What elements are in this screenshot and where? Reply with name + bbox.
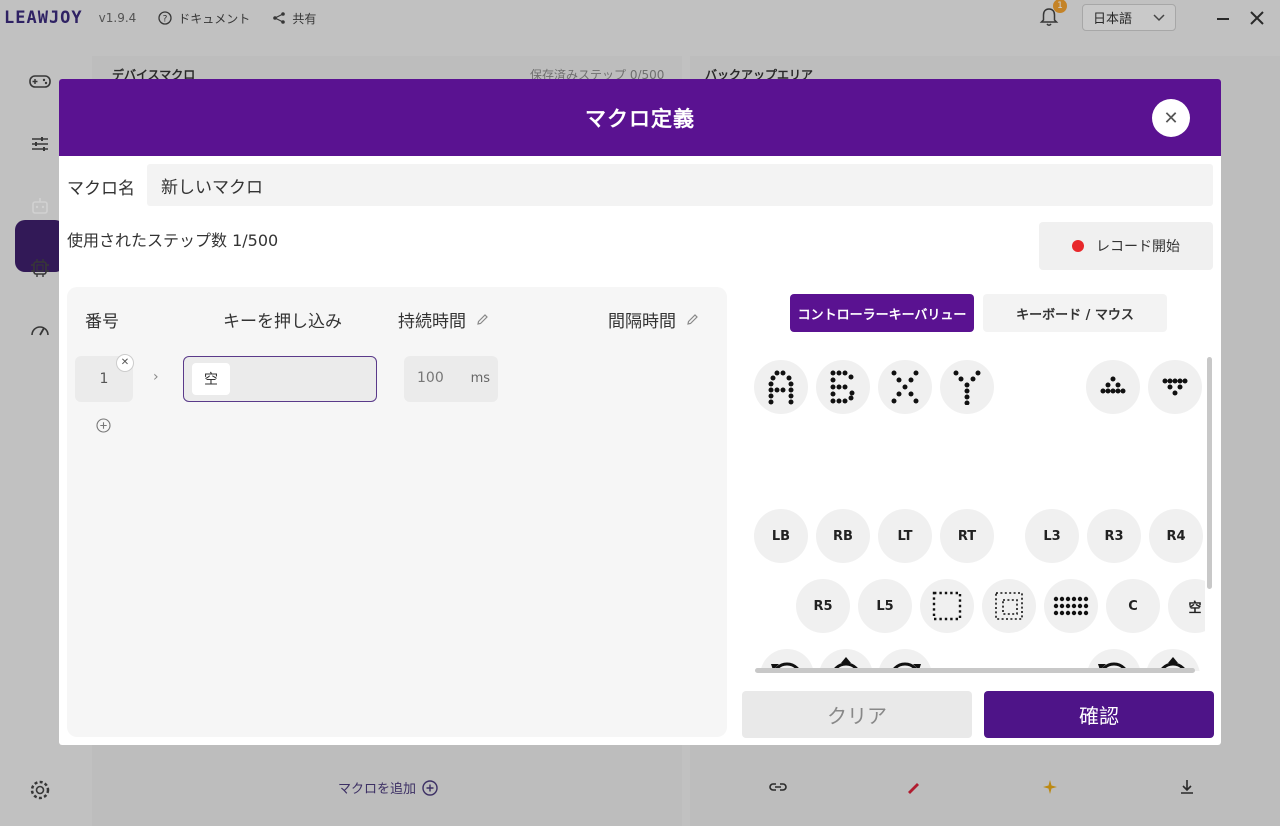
macro-name-input[interactable] [147, 164, 1213, 206]
confirm-button[interactable]: 確認 [984, 691, 1214, 738]
record-label: レコード開始 [1096, 239, 1180, 255]
capture-square-icon [995, 592, 1023, 620]
duration-value: 100 [417, 370, 444, 386]
dotted-square-icon [932, 591, 962, 621]
controller-key-grid: LB RB LT RT L3 R3 R4 R5 L5 C 空 L L L R [749, 349, 1205, 671]
add-step-icon[interactable] [96, 418, 111, 433]
key-l5[interactable]: L5 [858, 579, 912, 633]
column-interval: 間隔時間 [608, 307, 699, 332]
key-r5[interactable]: R5 [796, 579, 850, 633]
pencil-icon[interactable] [476, 313, 489, 326]
close-button[interactable]: ✕ [1152, 99, 1190, 137]
key-b[interactable] [816, 360, 870, 414]
key-screenshot[interactable] [920, 579, 974, 633]
key-x[interactable] [878, 360, 932, 414]
dpad-up-icon [1100, 376, 1126, 394]
pencil-icon[interactable] [686, 313, 699, 326]
tab-keyboard-mouse[interactable]: キーボード / マウス [983, 294, 1167, 332]
dialog-title: マクロ定義 [585, 106, 695, 131]
key-r4[interactable]: R4 [1149, 509, 1203, 563]
record-start-button[interactable]: レコード開始 [1039, 222, 1213, 270]
chevron-right-icon[interactable]: › [153, 369, 159, 385]
keys-horizontal-scrollbar[interactable] [755, 668, 1195, 673]
macro-name-label: マクロ名 [67, 179, 135, 199]
macro-definition-dialog: マクロ定義 ✕ マクロ名 使用されたステップ数 1/500 レコード開始 番号 … [59, 79, 1221, 745]
key-rt[interactable]: RT [940, 509, 994, 563]
menu-dots-icon [1053, 596, 1089, 616]
column-duration: 持続時間 [398, 307, 489, 332]
clear-button[interactable]: クリア [742, 691, 972, 738]
x-button-icon [891, 370, 919, 404]
key-l3[interactable]: L3 [1025, 509, 1079, 563]
column-key-press: キーを押し込み [223, 312, 342, 332]
key-menu[interactable] [1044, 579, 1098, 633]
key-dpad-down[interactable] [1148, 360, 1202, 414]
record-dot-icon [1072, 240, 1084, 252]
step-delete-button[interactable]: ✕ [116, 354, 134, 372]
key-empty[interactable]: 空 [1168, 579, 1205, 633]
dialog-header: マクロ定義 ✕ [59, 79, 1221, 156]
key-chip[interactable]: 空 [192, 363, 230, 395]
key-rb[interactable]: RB [816, 509, 870, 563]
key-lt[interactable]: LT [878, 509, 932, 563]
a-button-icon [768, 370, 794, 405]
key-dpad-up[interactable] [1086, 360, 1140, 414]
key-a[interactable] [754, 360, 808, 414]
keys-vertical-scrollbar[interactable] [1207, 357, 1212, 589]
key-capture[interactable] [982, 579, 1036, 633]
macro-name-row: マクロ名 [59, 164, 1221, 206]
key-press-field[interactable]: 空 [183, 356, 377, 402]
step-list-panel: 番号 キーを押し込み 持続時間 間隔時間 1 ✕ › 空 100 ms [67, 287, 727, 737]
tab-controller-keys[interactable]: コントローラーキーバリュー [790, 294, 974, 332]
y-button-icon [953, 370, 981, 405]
duration-unit: ms [470, 371, 490, 386]
key-c[interactable]: C [1106, 579, 1160, 633]
close-icon: ✕ [120, 357, 130, 368]
key-lb[interactable]: LB [754, 509, 808, 563]
duration-field[interactable]: 100 ms [404, 356, 498, 402]
key-y[interactable] [940, 360, 994, 414]
b-button-icon [830, 370, 855, 404]
dpad-down-icon [1162, 378, 1188, 396]
steps-used-count: 使用されたステップ数 1/500 [67, 231, 279, 250]
key-r3[interactable]: R3 [1087, 509, 1141, 563]
close-icon: ✕ [1163, 107, 1179, 129]
column-number: 番号 [85, 312, 119, 332]
